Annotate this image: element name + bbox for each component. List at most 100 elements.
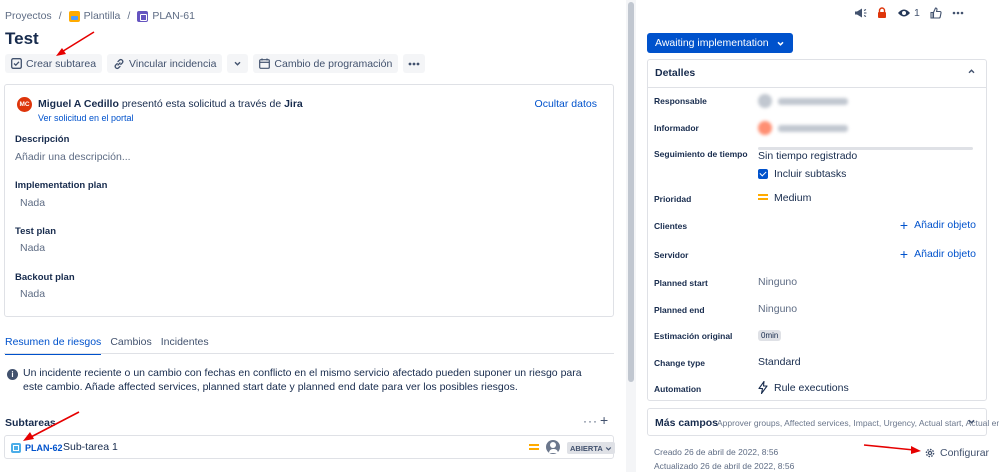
subtask-status-dropdown[interactable]: ABIERTA bbox=[567, 442, 615, 454]
issue-type-icon bbox=[137, 10, 149, 22]
planned-end-label: Planned end bbox=[654, 305, 705, 315]
subtasks-more-icon[interactable]: ··· bbox=[583, 414, 598, 428]
scrollbar-thumb[interactable] bbox=[628, 2, 634, 382]
info-icon: i bbox=[7, 369, 18, 380]
more-fields-list: Approver groups, Affected services, Impa… bbox=[717, 418, 999, 428]
server-add-object-label: Añadir objeto bbox=[914, 248, 976, 260]
configure-label: Configurar bbox=[940, 447, 990, 459]
change-type-field[interactable]: Standard bbox=[758, 356, 801, 368]
subtask-summary[interactable]: Sub-tarea 1 bbox=[63, 441, 118, 453]
test-plan-field[interactable]: Nada bbox=[20, 242, 45, 254]
breadcrumb-project[interactable]: Plantilla bbox=[84, 10, 121, 22]
subtask-key[interactable]: PLAN-62 bbox=[25, 443, 63, 453]
chevron-down-icon bbox=[777, 41, 784, 46]
link-icon bbox=[114, 58, 124, 69]
include-subtasks-checkbox[interactable] bbox=[758, 169, 768, 179]
request-details-panel: MC Miguel A Cedillo presentó esta solici… bbox=[4, 84, 614, 317]
add-subtask-icon[interactable]: + bbox=[600, 412, 608, 428]
priority-field[interactable]: Medium bbox=[758, 192, 811, 204]
planned-end-field[interactable]: Ninguno bbox=[758, 303, 797, 315]
watch-button[interactable]: 1 bbox=[897, 7, 920, 19]
reporter-field[interactable] bbox=[758, 121, 848, 135]
link-issue-label: Vincular incidencia bbox=[129, 57, 217, 70]
reporter-name-redacted bbox=[778, 124, 848, 132]
details-divider bbox=[648, 87, 986, 88]
link-issue-button[interactable]: Vincular incidencia bbox=[107, 54, 223, 73]
priority-value: Medium bbox=[774, 192, 812, 204]
assignee-name-redacted bbox=[778, 97, 848, 105]
assignee-field[interactable] bbox=[758, 94, 848, 108]
details-panel: Detalles Responsable Informador Seguimie… bbox=[647, 59, 987, 401]
more-fields-panel[interactable]: Más campos Approver groups, Affected ser… bbox=[647, 408, 999, 436]
hide-data-link[interactable]: Ocultar datos bbox=[535, 98, 597, 110]
server-add-object-button[interactable]: + Añadir objeto bbox=[899, 246, 976, 262]
change-type-label: Change type bbox=[654, 358, 706, 368]
time-tracking-label: Seguimiento de tiempo bbox=[654, 149, 748, 159]
subtask-type-icon bbox=[11, 443, 21, 453]
more-options-icon[interactable] bbox=[952, 11, 964, 15]
request-origin-text: Miguel A Cedillo presentó esta solicitud… bbox=[38, 98, 303, 110]
submitted-via-text: presentó esta solicitud a través de bbox=[121, 98, 282, 110]
created-date: Creado 26 de abril de 2022, 8:56 bbox=[654, 447, 779, 457]
feedback-megaphone-icon[interactable] bbox=[854, 7, 867, 19]
chevron-down-icon bbox=[605, 446, 612, 451]
updated-date: Actualizado 26 de abril de 2022, 8:56 bbox=[654, 461, 795, 471]
reporter-avatar-blurred bbox=[758, 121, 772, 135]
status-transition-button[interactable]: Awaiting implementation bbox=[647, 33, 793, 53]
subtask-icon bbox=[11, 58, 22, 69]
calendar-icon bbox=[259, 58, 271, 69]
include-subtasks-option[interactable]: Incluir subtasks bbox=[758, 168, 846, 180]
eye-icon bbox=[898, 9, 910, 17]
planned-start-field[interactable]: Ninguno bbox=[758, 276, 797, 288]
original-estimate-field[interactable]: 0min bbox=[758, 330, 782, 341]
original-estimate-label: Estimación original bbox=[654, 331, 733, 341]
backout-plan-label: Backout plan bbox=[15, 272, 75, 283]
watch-count: 1 bbox=[914, 7, 920, 19]
breadcrumb-separator: / bbox=[58, 10, 62, 22]
unassigned-avatar-icon[interactable] bbox=[546, 440, 560, 454]
subtask-row[interactable]: PLAN-62 Sub-tarea 1 ABIERTA bbox=[4, 435, 615, 459]
gear-icon bbox=[925, 448, 935, 458]
annotation-arrow-icon bbox=[863, 444, 921, 454]
main-scrollbar[interactable] bbox=[626, 0, 636, 472]
chevron-up-icon[interactable] bbox=[967, 67, 976, 78]
link-issue-dropdown[interactable] bbox=[227, 54, 249, 73]
automation-label: Automation bbox=[654, 384, 702, 394]
create-subtask-button[interactable]: Crear subtarea bbox=[5, 54, 103, 73]
description-field[interactable]: Añadir una descripción... bbox=[15, 151, 131, 163]
project-icon bbox=[68, 10, 80, 22]
reporter-label: Informador bbox=[654, 123, 699, 133]
breadcrumb-issue-key[interactable]: PLAN-61 bbox=[152, 10, 195, 22]
priority-label: Prioridad bbox=[654, 194, 692, 204]
configure-button[interactable]: Configurar bbox=[924, 447, 989, 459]
view-in-portal-link[interactable]: Ver solicitud en el portal bbox=[38, 113, 134, 123]
reporter-name[interactable]: Miguel A Cedillo bbox=[38, 98, 119, 110]
schedule-change-button[interactable]: Cambio de programación bbox=[253, 54, 399, 73]
chevron-down-icon[interactable] bbox=[967, 417, 976, 428]
details-heading[interactable]: Detalles bbox=[655, 67, 695, 79]
more-actions-button[interactable] bbox=[403, 54, 426, 73]
priority-medium-icon bbox=[758, 194, 768, 202]
assignee-avatar bbox=[758, 94, 772, 108]
time-tracking-value: Sin tiempo registrado bbox=[758, 150, 858, 162]
issue-title[interactable]: Test bbox=[5, 29, 39, 49]
issue-main-panel: Proyectos / Plantilla / PLAN-61 Test Cre… bbox=[0, 0, 626, 472]
reporter-avatar: MC bbox=[17, 97, 32, 112]
request-channel: Jira bbox=[284, 98, 303, 110]
clients-add-object-button[interactable]: + Añadir objeto bbox=[900, 218, 976, 232]
automation-value: Rule executions bbox=[774, 381, 849, 394]
implementation-plan-field[interactable]: Nada bbox=[20, 197, 45, 209]
chevron-down-icon bbox=[234, 61, 241, 66]
priority-medium-icon bbox=[529, 444, 539, 452]
backout-plan-field[interactable]: Nada bbox=[20, 288, 45, 300]
restrictions-lock-icon[interactable] bbox=[877, 7, 887, 19]
plus-icon: + bbox=[899, 246, 909, 262]
automation-field[interactable]: Rule executions bbox=[758, 381, 849, 394]
breadcrumb: Proyectos / Plantilla / PLAN-61 bbox=[5, 10, 195, 22]
issue-sidebar: 1 Awaiting implementation Detalles Respo… bbox=[637, 0, 999, 472]
like-thumbs-up-icon[interactable] bbox=[930, 7, 942, 19]
breadcrumb-projects[interactable]: Proyectos bbox=[5, 10, 52, 22]
more-fields-label: Más campos bbox=[655, 417, 719, 429]
issue-toolbar: Crear subtarea Vincular incidencia Cambi… bbox=[5, 54, 426, 73]
schedule-change-label: Cambio de programación bbox=[274, 57, 393, 70]
